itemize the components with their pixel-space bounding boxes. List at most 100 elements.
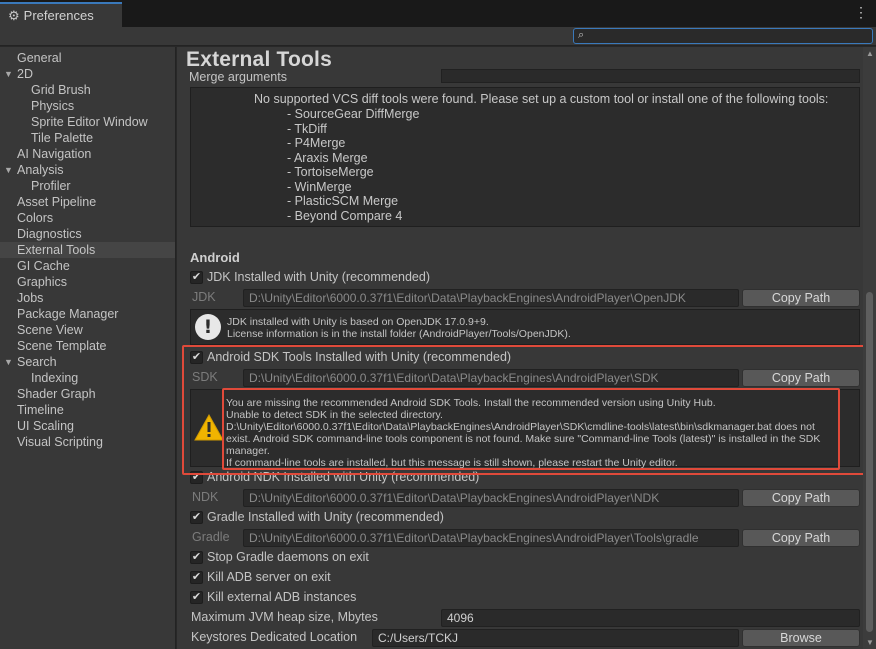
keystores-label: Keystores Dedicated Location (191, 630, 358, 644)
kill-adb-label: Kill ADB server on exit (207, 570, 331, 584)
stop-gradle-checkbox[interactable]: ✔ (190, 551, 203, 564)
warning-icon (194, 414, 224, 441)
sdk-warning-line: D:\Unity\Editor\6000.0.37f1\Editor\Data\… (226, 421, 815, 433)
sidebar-item-analysis[interactable]: ▼ Analysis (0, 162, 175, 178)
sidebar-item-physics[interactable]: Physics (0, 98, 175, 114)
sdk-warning-line: You are missing the recommended Android … (226, 397, 716, 409)
gradle-path-field[interactable]: D:\Unity\Editor\6000.0.37f1\Editor\Data\… (243, 529, 739, 547)
keystores-field[interactable]: C:/Users/TCKJ (372, 629, 739, 647)
merge-arguments-field[interactable] (441, 69, 860, 83)
sidebar-item-label: Diagnostics (17, 227, 82, 241)
sidebar-item-profiler[interactable]: Profiler (0, 178, 175, 194)
sidebar-item-package-manager[interactable]: Package Manager (0, 306, 175, 322)
gradle-label: Gradle (192, 530, 230, 544)
sidebar-item-shader-graph[interactable]: Shader Graph (0, 386, 175, 402)
window-tab-bar: ⚙ Preferences ⋮ (0, 0, 876, 27)
gradle-copy-path-button[interactable]: Copy Path (742, 529, 860, 547)
gear-icon: ⚙ (8, 7, 20, 23)
main-scrollbar[interactable]: ▲ ▼ (863, 47, 876, 649)
sidebar-item-scene-view[interactable]: Scene View (0, 322, 175, 338)
sidebar-item-label: Search (17, 355, 57, 369)
jdk-info-line-1: JDK installed with Unity is based on Ope… (227, 316, 489, 328)
jdk-label: JDK (192, 290, 216, 304)
sidebar-item-label: Tile Palette (31, 131, 94, 145)
sidebar-item-ui-scaling[interactable]: UI Scaling (0, 418, 175, 434)
ndk-path-field[interactable]: D:\Unity\Editor\6000.0.37f1\Editor\Data\… (243, 489, 739, 507)
page-title: External Tools (186, 48, 332, 71)
sidebar-item-label: Scene View (17, 323, 83, 337)
sidebar-item-label: General (17, 51, 62, 65)
sdk-warning-text: You are missing the recommended Android … (226, 397, 820, 469)
sidebar-item-2d[interactable]: ▼ 2D (0, 66, 175, 82)
sidebar-item-visual-scripting[interactable]: Visual Scripting (0, 434, 175, 450)
merge-arguments-label: Merge arguments (189, 70, 287, 84)
expand-caret-icon[interactable]: ▼ (4, 162, 13, 178)
jdk-info-box: ! JDK installed with Unity is based on O… (190, 309, 860, 345)
kebab-menu-icon[interactable]: ⋮ (854, 5, 868, 19)
kill-adb-checkbox[interactable]: ✔ (190, 571, 203, 584)
sidebar-item-gi-cache[interactable]: GI Cache (0, 258, 175, 274)
sidebar-item-colors[interactable]: Colors (0, 210, 175, 226)
sidebar-item-label: Sprite Editor Window (31, 115, 148, 129)
vcs-tool-item: - Beyond Compare 4 (287, 208, 403, 223)
sidebar-item-general[interactable]: General (0, 50, 175, 66)
scroll-thumb[interactable] (866, 292, 873, 632)
stop-gradle-label: Stop Gradle daemons on exit (207, 550, 369, 564)
sidebar-item-label: Grid Brush (31, 83, 91, 97)
gradle-checkbox[interactable]: ✔ (190, 511, 203, 524)
sidebar-item-label: Indexing (31, 371, 79, 385)
sidebar-item-ai-navigation[interactable]: AI Navigation (0, 146, 175, 162)
sidebar-item-indexing[interactable]: Indexing (0, 370, 175, 386)
expand-caret-icon[interactable]: ▼ (4, 354, 13, 370)
sidebar-item-jobs[interactable]: Jobs (0, 290, 175, 306)
ndk-checkbox[interactable]: ✔ (190, 471, 203, 484)
info-icon: ! (195, 314, 221, 340)
tab-preferences[interactable]: ⚙ Preferences (0, 2, 122, 27)
sidebar-item-timeline[interactable]: Timeline (0, 402, 175, 418)
vcs-message: No supported VCS diff tools were found. … (254, 92, 829, 106)
jdk-checkbox[interactable]: ✔ (190, 271, 203, 284)
search-input[interactable]: ⌕ (573, 28, 873, 44)
jdk-copy-path-button[interactable]: Copy Path (742, 289, 860, 307)
main-panel: External Tools Merge arguments No suppor… (177, 47, 876, 649)
sidebar-item-label: Asset Pipeline (17, 195, 97, 209)
sdk-warning-line: exist. Android SDK command-line tools co… (226, 433, 821, 445)
sdk-checkbox[interactable]: ✔ (190, 351, 203, 364)
sidebar-item-tile-palette[interactable]: Tile Palette (0, 130, 175, 146)
sidebar-item-external-tools[interactable]: External Tools (0, 242, 175, 258)
sidebar-item-label: AI Navigation (17, 147, 92, 161)
vcs-tool-item: - SourceGear DiffMerge (287, 107, 420, 121)
sdk-warning-line: manager. (226, 445, 270, 457)
sdk-warning-line: Unable to detect SDK in the selected dir… (226, 409, 443, 421)
browse-button[interactable]: Browse (742, 629, 860, 647)
ndk-label: NDK (192, 490, 219, 504)
sidebar-item-label: Visual Scripting (17, 435, 103, 449)
sidebar-item-asset-pipeline[interactable]: Asset Pipeline (0, 194, 175, 210)
vcs-tool-item: - TortoiseMerge (287, 165, 374, 179)
scroll-down-arrow-icon[interactable]: ▼ (866, 638, 874, 647)
sidebar-item-graphics[interactable]: Graphics (0, 274, 175, 290)
jvm-heap-field[interactable]: 4096 (441, 609, 860, 627)
sidebar-item-label: Shader Graph (17, 387, 96, 401)
sidebar-item-diagnostics[interactable]: Diagnostics (0, 226, 175, 242)
sdk-path-field[interactable]: D:\Unity\Editor\6000.0.37f1\Editor\Data\… (243, 369, 739, 387)
jdk-path-field[interactable]: D:\Unity\Editor\6000.0.37f1\Editor\Data\… (243, 289, 739, 307)
kill-ext-adb-label: Kill external ADB instances (207, 590, 357, 604)
sidebar-item-search[interactable]: ▼ Search (0, 354, 175, 370)
sidebar: General ▼ 2D Grid Brush Physics Sprite Editor… (0, 47, 176, 649)
scroll-up-arrow-icon[interactable]: ▲ (866, 49, 874, 58)
sdk-warning-line: If command-line tools are installed, but… (226, 457, 678, 469)
kill-ext-adb-checkbox[interactable]: ✔ (190, 591, 203, 604)
vcs-tool-list: - SourceGear DiffMerge - TkDiff - P4Merge -… (287, 107, 419, 223)
vcs-tool-item: - PlasticSCM Merge (287, 194, 399, 208)
sidebar-item-sprite-editor-window[interactable]: Sprite Editor Window (0, 114, 175, 130)
jvm-heap-label: Maximum JVM heap size, Mbytes (191, 610, 378, 624)
ndk-copy-path-button[interactable]: Copy Path (742, 489, 860, 507)
sidebar-item-grid-brush[interactable]: Grid Brush (0, 82, 175, 98)
sidebar-item-label: Profiler (31, 179, 71, 193)
sidebar-item-scene-template[interactable]: Scene Template (0, 338, 175, 354)
expand-caret-icon[interactable]: ▼ (4, 66, 13, 82)
search-icon: ⌕ (578, 29, 585, 41)
sdk-copy-path-button[interactable]: Copy Path (742, 369, 860, 387)
search-row: ⌕ (0, 27, 876, 46)
